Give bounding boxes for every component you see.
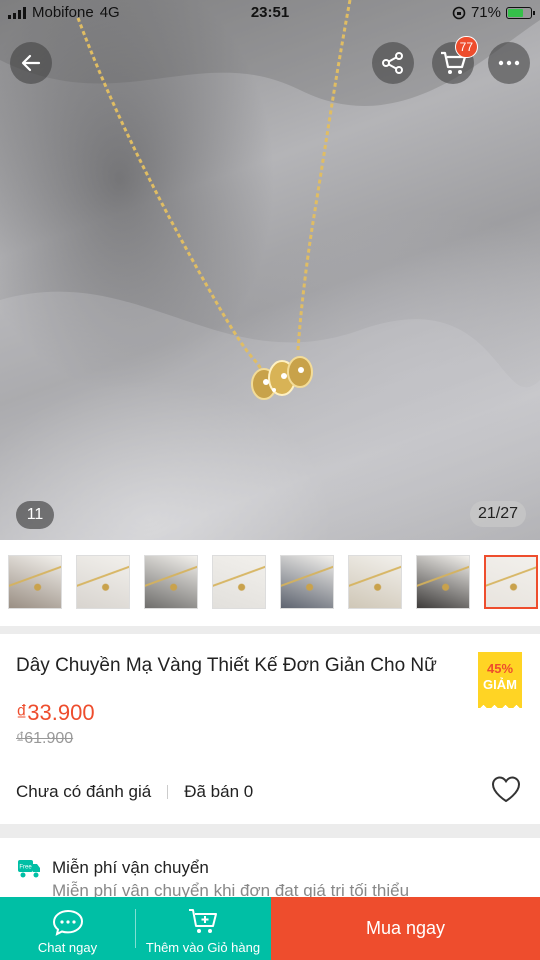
add-to-cart-icon: [189, 909, 217, 933]
thumbnail[interactable]: [76, 555, 130, 609]
original-price: ₫61.900: [16, 730, 74, 747]
bottom-action-bar: Chat ngay Thêm vào Giỏ hàng Mua ngay: [0, 897, 540, 960]
thumbnail[interactable]: [416, 555, 470, 609]
cart-button[interactable]: 77: [432, 36, 478, 84]
thumbnail[interactable]: [212, 555, 266, 609]
back-button[interactable]: [10, 42, 52, 84]
sold-count: Đã bán 0: [184, 782, 254, 801]
shipping-title: Miễn phí vận chuyển: [52, 858, 209, 877]
add-to-cart-label: Thêm vào Giỏ hàng: [145, 940, 261, 955]
discount-percent: 45%: [486, 661, 514, 676]
arrow-left-icon: [21, 54, 41, 72]
heart-icon[interactable]: [490, 774, 522, 804]
thumbnail-image: [417, 556, 469, 608]
thumbnail[interactable]: [484, 555, 538, 609]
rotation-lock-icon: [452, 6, 466, 19]
battery-percent: 71%: [470, 4, 501, 21]
product-detail-page: Mobifone 4G 23:51 71% 77 11 21/27 Dây Ch…: [0, 0, 540, 960]
share-icon: [382, 52, 403, 74]
discount-label: GIẢM: [483, 677, 517, 692]
thumbnail[interactable]: [348, 555, 402, 609]
free-shipping-truck-icon: Free: [18, 860, 40, 878]
thumbnail-image: [213, 556, 265, 608]
thumbnail-image: [77, 556, 129, 608]
buy-now-button[interactable]: Mua ngay: [271, 897, 540, 960]
thumbnail-image: [281, 556, 333, 608]
chat-bubble-icon: [52, 909, 83, 936]
battery-icon: [506, 6, 535, 19]
chat-button[interactable]: Chat ngay: [0, 897, 135, 960]
chat-label: Chat ngay: [37, 940, 98, 955]
more-dots-icon: [498, 60, 520, 66]
current-price: ₫33.900: [16, 700, 95, 725]
thumbnail-strip[interactable]: [0, 540, 540, 626]
product-image[interactable]: Mobifone 4G 23:51 71% 77 11 21/27: [0, 0, 540, 540]
shipping-subtitle: Miễn phí vận chuyển khi đơn đạt giá trị …: [52, 881, 410, 898]
thumbnail-image: [145, 556, 197, 608]
video-count-badge[interactable]: 11: [16, 501, 54, 529]
add-to-cart-button[interactable]: Thêm vào Giỏ hàng: [135, 897, 271, 960]
shipping-section[interactable]: Free Miễn phí vận chuyển Miễn phí vận ch…: [0, 838, 540, 898]
discount-badge: 45% GIẢM: [478, 652, 522, 708]
thumbnail[interactable]: [280, 555, 334, 609]
thumbnail-image: [9, 556, 61, 608]
divider: [167, 785, 169, 799]
share-button[interactable]: [372, 42, 414, 84]
rating-sold-row: Chưa có đánh giá Đã bán 0: [16, 782, 253, 802]
image-counter: 21/27: [470, 501, 526, 527]
cart-count-badge: 77: [454, 36, 478, 58]
free-icon-text: Free: [19, 865, 32, 871]
thumbnail-image: [486, 557, 536, 607]
thumbnail[interactable]: [8, 555, 62, 609]
thumbnail-image: [349, 556, 401, 608]
product-info-card: Dây Chuyền Mạ Vàng Thiết Kế Đơn Giản Cho…: [0, 634, 540, 824]
status-bar: Mobifone 4G 23:51 71%: [0, 0, 540, 26]
rating-text[interactable]: Chưa có đánh giá: [16, 782, 151, 802]
thumbnail[interactable]: [144, 555, 198, 609]
more-options-button[interactable]: [488, 42, 530, 84]
product-title: Dây Chuyền Mạ Vàng Thiết Kế Đơn Giản Cho…: [16, 655, 437, 676]
